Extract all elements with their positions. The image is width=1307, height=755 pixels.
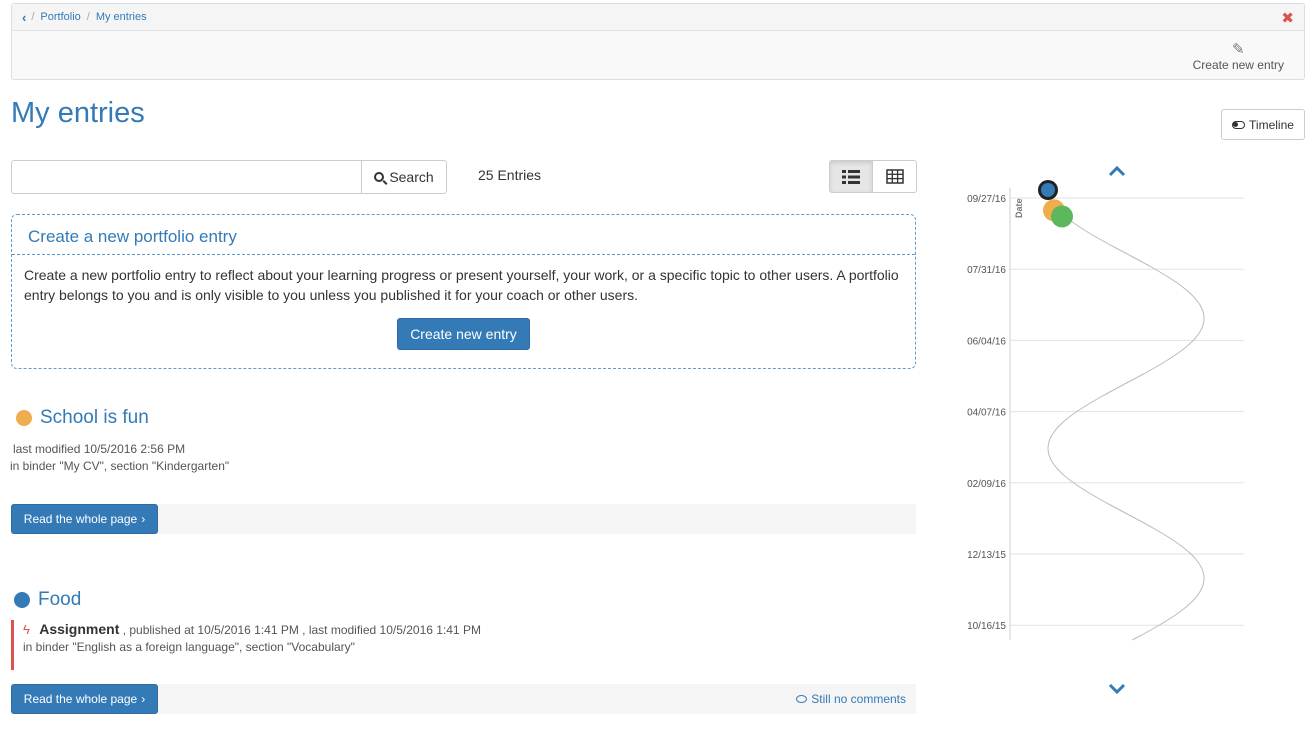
chevron-down-icon[interactable]	[1107, 682, 1127, 696]
back-icon[interactable]: ‹	[22, 10, 26, 25]
breadcrumb: ‹ / Portfolio / My entries ✖	[12, 4, 1304, 31]
read-whole-page-label: Read the whole page	[23, 692, 138, 706]
comment-icon	[796, 695, 808, 703]
chevron-right-icon: ›	[141, 512, 146, 526]
entry-footer: Read the whole page ›	[11, 504, 916, 534]
breadcrumb-separator: /	[86, 11, 90, 23]
create-new-entry-tool-label: Create new entry	[1192, 58, 1284, 72]
lightning-icon: ϟ	[23, 622, 30, 637]
create-entry-heading: Create a new portfolio entry	[12, 215, 915, 255]
read-whole-page-button[interactable]: Read the whole page ›	[11, 504, 158, 534]
timeline-chart: 09/27/16 07/31/16 06/04/16 04/07/16 02/09/16…	[967, 180, 1244, 641]
timeline-tick-label: 07/31/16	[967, 265, 1006, 276]
assignment-meta: , published at 10/5/2016 1:41 PM , last …	[122, 623, 481, 637]
search-input[interactable]	[11, 160, 362, 194]
entry-footer: Read the whole page › Still no comments	[11, 684, 916, 714]
read-whole-page-label: Read the whole page	[23, 512, 138, 526]
entry-binder: in binder "English as a foreign language…	[23, 640, 355, 654]
list-view-button[interactable]	[829, 160, 873, 193]
create-entry-panel: Create a new portfolio entry Create a ne…	[11, 214, 916, 369]
timeline-curve	[1047, 201, 1205, 641]
view-toggle	[829, 160, 917, 193]
comments-label: Still no comments	[811, 692, 906, 706]
timeline-tick-label: 06/04/16	[967, 336, 1006, 347]
breadcrumb-my-entries[interactable]: My entries	[96, 11, 147, 23]
breadcrumb-portfolio[interactable]: Portfolio	[40, 11, 80, 23]
breadcrumb-separator: /	[31, 11, 35, 23]
chevron-right-icon: ›	[141, 692, 146, 706]
entry-modified: last modified 10/5/2016 2:56 PM	[13, 442, 186, 456]
timeline-tick-label: 04/07/16	[967, 408, 1006, 419]
timeline-toggle-button[interactable]: Timeline	[1221, 109, 1305, 140]
entry-meta: last modified 10/5/2016 2:56 PM in binde…	[10, 441, 230, 475]
table-view-button[interactable]	[873, 160, 917, 193]
page-title: My entries	[11, 97, 145, 129]
top-toolbar: ‹ / Portfolio / My entries ✖ ✎ Create ne…	[11, 3, 1305, 80]
read-whole-page-button[interactable]: Read the whole page ›	[11, 684, 158, 714]
timeline-tick-label: 12/13/15	[967, 550, 1006, 561]
assignment-marker	[11, 620, 14, 670]
status-dot-icon	[16, 410, 32, 426]
timeline-point[interactable]	[1051, 205, 1073, 228]
table-view-icon	[885, 169, 904, 184]
status-dot-icon	[14, 592, 30, 608]
entry-meta: ϟ Assignment , published at 10/5/2016 1:…	[23, 621, 481, 656]
entry-binder: in binder "My CV", section "Kindergarten…	[10, 459, 230, 473]
chevron-up-icon[interactable]	[1107, 164, 1127, 178]
comments-link[interactable]: Still no comments	[796, 692, 906, 706]
timeline-tick-label: 10/16/15	[967, 621, 1006, 632]
timeline-axis-label: Date	[1014, 198, 1024, 218]
toggle-icon	[1232, 120, 1246, 129]
list-view-icon	[842, 169, 860, 184]
entry-title-row: School is fun	[16, 407, 149, 429]
timeline-tick-label: 09/27/16	[967, 194, 1006, 205]
create-new-entry-button[interactable]: Create new entry	[397, 318, 530, 350]
close-icon[interactable]: ✖	[1281, 9, 1294, 27]
entry-title-row: Food	[14, 589, 81, 611]
entry-count: 25 Entries	[478, 167, 542, 183]
create-new-entry-tool[interactable]: ✎ Create new entry	[1193, 40, 1284, 72]
assignment-label: Assignment	[39, 621, 120, 637]
timeline-label: Timeline	[1249, 117, 1294, 132]
entry-title[interactable]: Food	[38, 589, 81, 611]
entry-title[interactable]: School is fun	[40, 407, 149, 429]
pencil-icon: ✎	[1232, 41, 1245, 58]
timeline-tick-label: 02/09/16	[967, 479, 1006, 490]
search-button-label: Search	[389, 169, 434, 185]
search-icon	[374, 172, 385, 182]
create-entry-description: Create a new portfolio entry to reflect …	[24, 267, 899, 303]
search-button[interactable]: Search	[361, 160, 447, 194]
timeline-point[interactable]	[1041, 183, 1055, 197]
